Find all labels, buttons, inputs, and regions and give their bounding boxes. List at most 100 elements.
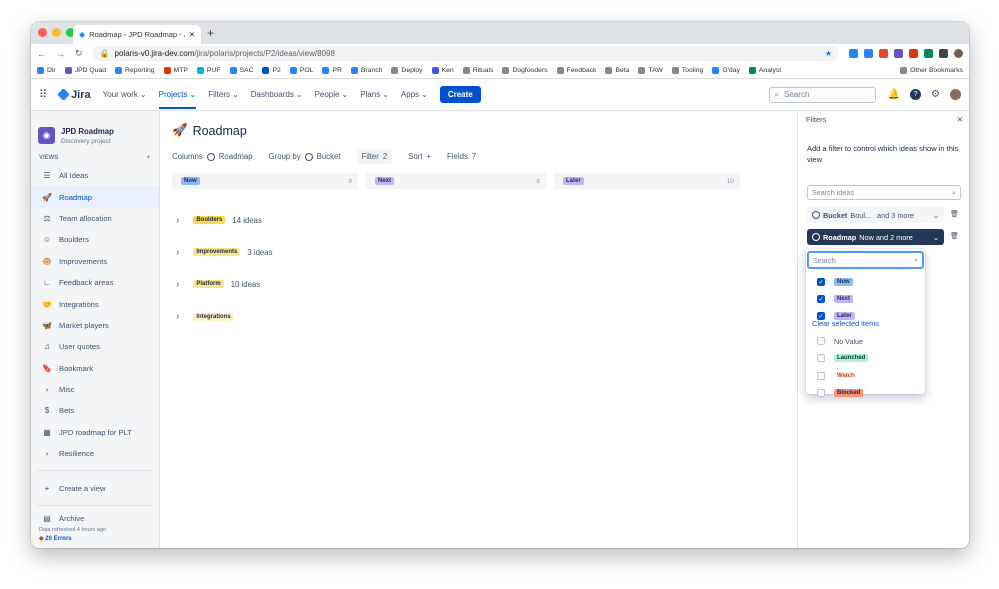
jira-logo[interactable]: Jira <box>57 88 91 101</box>
sidebar-item-boulders[interactable]: ☺ Boulders <box>31 229 159 250</box>
roadmap-filter-chip[interactable]: Roadmap Now and 2 more ⌄ <box>807 229 944 245</box>
bookmark-item[interactable]: Dir <box>37 67 56 74</box>
archive-link[interactable]: ▤ Archive <box>31 512 159 526</box>
sidebar-item-jpd-roadmap-for-plt[interactable]: ▦ JPD roadmap for PLT <box>31 422 159 443</box>
sidebar-item-feedback-areas[interactable]: ∟ Feedback areas <box>31 272 159 293</box>
profile-avatar[interactable] <box>954 49 963 58</box>
extension-icon[interactable] <box>924 49 933 58</box>
nav-dashboards[interactable]: Dashboards ⌄ <box>251 90 303 99</box>
puzzle-icon[interactable] <box>939 49 948 58</box>
bookmark-item[interactable]: Dogfooders <box>502 67 548 74</box>
bookmark-item[interactable]: P2 <box>262 67 281 74</box>
create-button[interactable]: Create <box>439 86 481 103</box>
nav-plans[interactable]: Plans ⌄ <box>360 90 389 99</box>
option-launched[interactable]: Launched <box>817 351 869 365</box>
app-switcher-icon[interactable]: ⠿ <box>39 88 47 101</box>
extension-icon[interactable] <box>909 49 918 58</box>
nav-your-work[interactable]: Your work ⌄ <box>103 90 147 99</box>
reload-icon[interactable]: ↻ <box>75 48 83 59</box>
bookmark-item[interactable]: SAC <box>229 67 253 74</box>
forward-icon[interactable]: → <box>56 49 65 59</box>
close-icon[interactable]: ✕ <box>957 115 963 124</box>
sidebar-item-team-allocation[interactable]: ⚖ Team allocation <box>31 208 159 229</box>
add-view-icon[interactable]: + <box>146 155 150 161</box>
chevron-right-icon[interactable]: › <box>176 279 179 290</box>
column-header-later[interactable]: Later 10 <box>554 173 740 189</box>
close-window-button[interactable] <box>38 28 47 37</box>
bookmark-item[interactable]: Reporting <box>115 67 155 74</box>
checkbox[interactable] <box>817 371 825 380</box>
bookmark-item[interactable]: PR <box>322 67 342 74</box>
bookmark-item[interactable]: Ken <box>431 67 454 74</box>
option-watch[interactable]: Watch <box>817 369 858 383</box>
browser-tab[interactable]: ◆ Roadmap - JPD Roadmap - Jira ✕ <box>73 25 201 44</box>
nav-filters[interactable]: Filters ⌄ <box>208 90 238 99</box>
bookmark-item[interactable]: JPD Quad <box>64 67 106 74</box>
chevron-right-icon[interactable]: › <box>176 215 179 226</box>
column-header-next[interactable]: Next 8 <box>366 173 546 189</box>
bookmark-item[interactable]: TAW <box>638 67 663 74</box>
bookmark-item[interactable]: Beta <box>605 67 629 74</box>
bookmark-item[interactable]: PUF <box>196 67 221 74</box>
bucket-filter-chip[interactable]: Bucket Boul... and 3 more ⌄ <box>807 207 944 223</box>
bookmark-item[interactable]: MTP <box>163 67 188 74</box>
trash-icon[interactable]: 🗑 <box>950 232 959 240</box>
bookmark-item[interactable]: Tooling <box>671 67 703 74</box>
bookmark-item[interactable]: Rituals <box>462 67 493 74</box>
columns-button[interactable]: Columns Roadmap <box>172 152 253 161</box>
user-avatar[interactable] <box>950 89 961 100</box>
group-row-integrations[interactable]: › Integrations <box>176 301 273 333</box>
bookmark-item[interactable]: Analyst <box>748 67 781 74</box>
nav-projects[interactable]: Projects ⌄ <box>158 80 197 109</box>
trash-icon[interactable]: 🗑 <box>950 210 959 218</box>
clear-selected-items-link[interactable]: Clear selected items <box>812 319 879 328</box>
extension-icon[interactable] <box>879 49 888 58</box>
help-icon[interactable]: ? <box>910 89 922 100</box>
checkbox[interactable]: ✓ <box>817 278 825 286</box>
sidebar-item-improvements[interactable]: 🐵 Improvements <box>31 251 159 272</box>
sidebar-item-market-players[interactable]: 🦋 Market players <box>31 315 159 336</box>
extension-icon[interactable] <box>849 49 858 58</box>
search-ideas-input[interactable]: Search ideas ⌕ <box>807 185 961 200</box>
group-by-button[interactable]: Group by Bucket <box>269 152 341 161</box>
sidebar-item-bookmark[interactable]: 🔖 Bookmark <box>31 358 159 379</box>
url-field[interactable]: 🔒 polaris-v0.jira-dev.com/jira/polaris/p… <box>92 46 839 61</box>
checkbox[interactable]: ✓ <box>817 295 825 303</box>
bookmark-item[interactable]: Branch <box>350 67 382 74</box>
close-tab-icon[interactable]: ✕ <box>189 30 195 39</box>
notifications-icon[interactable]: 🔔 <box>888 89 900 100</box>
option-no-value[interactable]: No Value <box>817 334 863 348</box>
sidebar-item-bets[interactable]: $ Bets <box>31 400 159 421</box>
sidebar-item-all-ideas[interactable]: ☰ All Ideas <box>31 165 159 186</box>
chevron-right-icon[interactable]: › <box>176 247 179 258</box>
checkbox[interactable] <box>817 337 825 345</box>
options-search-input[interactable]: Search ⌕ <box>807 251 924 269</box>
project-header[interactable]: ◉ JPD Roadmap Discovery project <box>31 111 159 145</box>
sidebar-item-resilience[interactable]: › Resilience <box>31 443 159 464</box>
sidebar-item-user-quotes[interactable]: ♫ User quotes <box>31 336 159 357</box>
errors-link[interactable]: ◆ 20 Errors <box>39 535 106 542</box>
option-next[interactable]: ✓ Next <box>817 292 854 306</box>
other-bookmarks[interactable]: Other Bookmarks <box>900 67 963 74</box>
global-search-input[interactable]: ⌕ Search <box>768 86 876 103</box>
group-row-improvements[interactable]: › Improvements 3 ideas <box>176 236 273 268</box>
option-blocked[interactable]: Blocked <box>817 386 864 400</box>
sidebar-item-roadmap[interactable]: 🚀 Roadmap <box>31 186 159 208</box>
filter-button[interactable]: Filter 2 <box>356 149 393 164</box>
chevron-right-icon[interactable]: › <box>176 311 179 322</box>
group-row-boulders[interactable]: › Boulders 14 ideas <box>176 204 273 236</box>
create-view-button[interactable]: + Create a view <box>31 477 159 498</box>
checkbox[interactable] <box>817 388 825 397</box>
group-row-platform[interactable]: › Platform 10 ideas <box>176 268 273 300</box>
option-now[interactable]: ✓ Now <box>817 275 853 289</box>
sort-button[interactable]: Sort + <box>408 152 431 161</box>
bookmark-item[interactable]: G'day <box>712 67 740 74</box>
column-header-now[interactable]: Now 9 <box>172 173 358 189</box>
new-tab-button[interactable]: + <box>207 26 214 40</box>
checkbox[interactable] <box>817 354 825 363</box>
sidebar-item-misc[interactable]: › Misc <box>31 379 159 400</box>
sidebar-item-integrations[interactable]: 🤝 Integrations <box>31 293 159 314</box>
bookmark-item[interactable]: Deploy <box>391 67 423 74</box>
minimize-window-button[interactable] <box>52 28 61 37</box>
settings-gear-icon[interactable]: ⚙ <box>931 89 940 100</box>
